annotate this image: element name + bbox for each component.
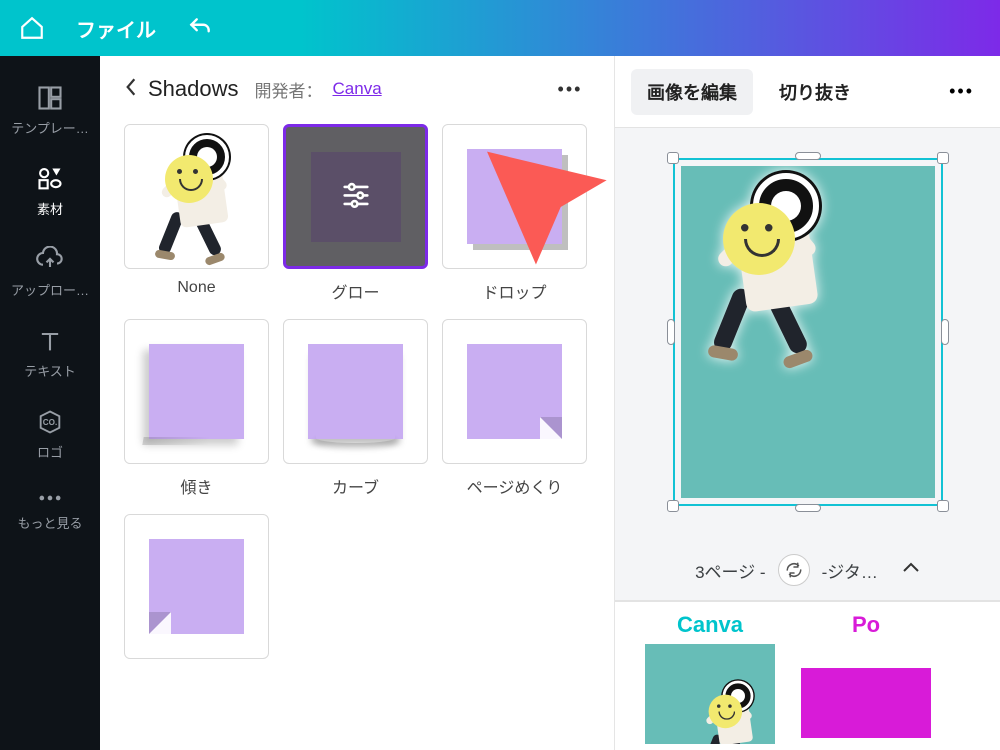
more-icon — [36, 489, 64, 507]
shadow-tile-pageflip[interactable]: ページめくり — [442, 319, 587, 498]
home-icon — [19, 15, 45, 41]
tile-thumb — [124, 124, 269, 269]
resize-handle-tl[interactable] — [667, 152, 679, 164]
logo-icon: CO. — [36, 408, 64, 436]
shadow-tile-tilt[interactable]: 傾き — [124, 319, 269, 498]
toolbar-more-button[interactable]: ••• — [939, 81, 984, 102]
sidebar-item-text[interactable]: テキスト — [0, 313, 100, 394]
thumb-label: Canva — [677, 612, 743, 638]
refresh-icon — [785, 561, 803, 579]
tile-thumb — [124, 319, 269, 464]
resize-handle-tr[interactable] — [937, 152, 949, 164]
sidebar-item-more[interactable]: もっと見る — [0, 475, 100, 546]
page-info-text: 3ページ - — [695, 558, 766, 583]
sidebar-item-label: テンプレー… — [11, 118, 89, 137]
resize-handle-ml[interactable] — [667, 319, 675, 345]
panel-title: Shadows — [148, 76, 239, 102]
page-thumbnail-1[interactable]: Canva — [645, 612, 775, 744]
chevron-left-icon — [124, 77, 138, 97]
home-button[interactable] — [12, 8, 52, 48]
shadow-tile-extra[interactable] — [124, 514, 269, 669]
tile-label: ページめくり — [467, 474, 563, 498]
adjust-icon[interactable] — [339, 177, 373, 216]
back-button[interactable] — [124, 77, 138, 102]
shadow-tile-curve[interactable]: カーブ — [283, 319, 428, 498]
sidebar-item-templates[interactable]: テンプレー… — [0, 70, 100, 151]
sidebar-item-label: もっと見る — [17, 513, 82, 532]
developer-label: 開発者： — [255, 77, 323, 102]
resize-handle-bl[interactable] — [667, 500, 679, 512]
left-sidebar: テンプレー… 素材 アップロー… テキスト CO. ロゴ もっと見る — [0, 56, 100, 750]
edit-image-button[interactable]: 画像を編集 — [631, 69, 753, 115]
undo-icon — [187, 15, 213, 41]
tile-thumb — [283, 319, 428, 464]
undo-button[interactable] — [180, 8, 220, 48]
tile-label: None — [177, 279, 215, 297]
collapse-pages-button[interactable] — [902, 561, 920, 580]
tile-thumb — [442, 124, 587, 269]
thumb-label: Po — [852, 612, 880, 638]
file-menu[interactable]: ファイル — [76, 14, 156, 43]
tile-thumb — [124, 514, 269, 659]
tile-label: グロー — [331, 279, 379, 303]
selection-outline — [673, 158, 943, 506]
crop-button[interactable]: 切り抜き — [763, 69, 867, 115]
shadow-tile-drop[interactable]: ドロップ — [442, 124, 587, 303]
effects-panel: Shadows 開発者： Canva ••• None — [100, 56, 615, 750]
resize-handle-mb[interactable] — [795, 504, 821, 512]
shadow-tile-none[interactable]: None — [124, 124, 269, 303]
tile-label: ドロップ — [482, 279, 546, 303]
sidebar-item-label: 素材 — [37, 199, 63, 218]
text-icon — [36, 327, 64, 355]
selection-box[interactable] — [663, 148, 953, 516]
tile-thumb — [283, 124, 428, 269]
svg-text:CO.: CO. — [43, 418, 58, 427]
sync-button[interactable] — [778, 554, 810, 586]
page-info-text-right: -ジタ… — [822, 558, 878, 583]
developer-link[interactable]: Canva — [333, 79, 382, 99]
resize-handle-br[interactable] — [937, 500, 949, 512]
tile-label: カーブ — [332, 474, 379, 498]
shadow-tile-glow[interactable]: グロー — [283, 124, 428, 303]
sidebar-item-elements[interactable]: 素材 — [0, 151, 100, 232]
chevron-up-icon — [902, 561, 920, 575]
sidebar-item-uploads[interactable]: アップロー… — [0, 232, 100, 313]
page-thumbnail-2[interactable]: Po — [801, 612, 931, 744]
sidebar-item-logo[interactable]: CO. ロゴ — [0, 394, 100, 475]
sidebar-item-label: ロゴ — [37, 442, 63, 461]
templates-icon — [36, 84, 64, 112]
elements-icon — [36, 165, 64, 193]
tile-label: 傾き — [180, 474, 212, 498]
resize-handle-mr[interactable] — [941, 319, 949, 345]
resize-handle-mt[interactable] — [795, 152, 821, 160]
sidebar-item-label: テキスト — [24, 361, 76, 380]
sidebar-item-label: アップロー… — [11, 280, 89, 299]
panel-more-button[interactable]: ••• — [550, 79, 590, 100]
tile-thumb — [442, 319, 587, 464]
upload-icon — [36, 246, 64, 274]
